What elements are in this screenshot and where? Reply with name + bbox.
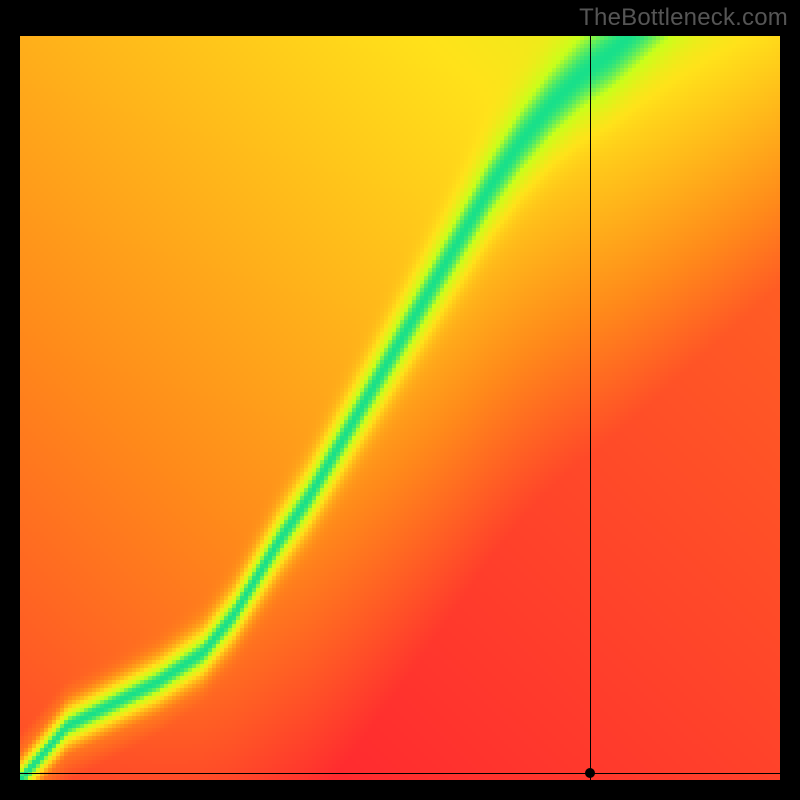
crosshair-marker <box>585 768 595 778</box>
plot-area <box>20 36 780 780</box>
frame: TheBottleneck.com <box>0 0 800 800</box>
attribution-text: TheBottleneck.com <box>579 4 788 32</box>
crosshair-horizontal <box>20 773 780 774</box>
crosshair-vertical <box>590 36 591 780</box>
heatmap-canvas <box>20 36 780 780</box>
